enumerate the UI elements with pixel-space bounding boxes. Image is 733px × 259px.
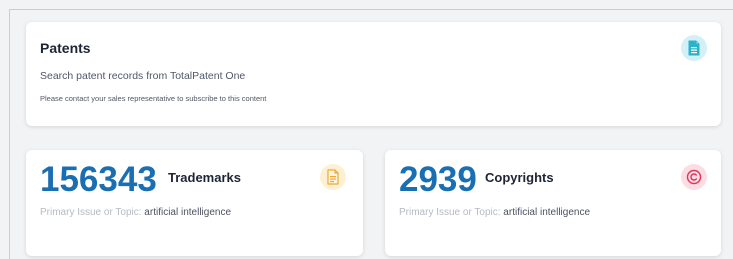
- patents-title: Patents: [40, 40, 91, 56]
- copyrights-count: 2939: [399, 160, 477, 199]
- copyright-icon: [681, 164, 707, 190]
- document-lines-icon: [320, 164, 346, 190]
- copyrights-card[interactable]: 2939 Copyrights Primary Issue or Topic: …: [385, 150, 721, 256]
- patents-card[interactable]: Patents Search patent records from Total…: [26, 22, 721, 126]
- trademarks-count: 156343: [40, 160, 157, 199]
- copyrights-topic: Primary Issue or Topic: artificial intel…: [399, 207, 590, 218]
- trademarks-card[interactable]: 156343 Trademarks Primary Issue or Topic…: [26, 150, 363, 256]
- topic-value: artificial intelligence: [503, 207, 591, 218]
- topic-key: Primary Issue or Topic:: [40, 207, 142, 218]
- patents-subscription-note: Please contact your sales representative…: [40, 94, 267, 103]
- patents-description: Search patent records from TotalPatent O…: [40, 70, 246, 82]
- document-icon: [681, 35, 707, 61]
- copyrights-label: Copyrights: [485, 170, 554, 185]
- trademarks-label: Trademarks: [168, 170, 241, 185]
- topic-value: artificial intelligence: [144, 207, 232, 218]
- trademarks-topic: Primary Issue or Topic: artificial intel…: [40, 207, 231, 218]
- topic-key: Primary Issue or Topic:: [399, 207, 501, 218]
